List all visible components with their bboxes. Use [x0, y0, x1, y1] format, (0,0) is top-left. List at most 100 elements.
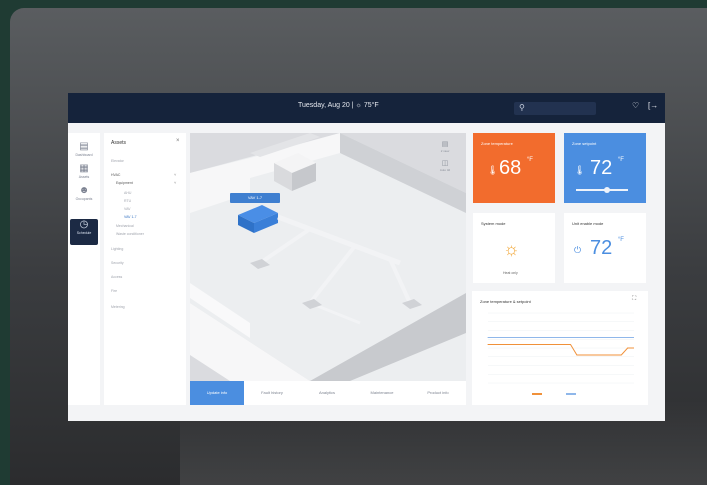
asset-item[interactable]: Security — [111, 261, 124, 265]
assets-title: Assets — [111, 140, 127, 146]
legend-swatch — [532, 393, 542, 395]
data-point — [500, 344, 502, 345]
chevron-down-icon: ˅ — [174, 172, 177, 177]
top-bar: Tuesday, Aug 20 | ☼ 75°F ⚲ ♡ [→ — [68, 93, 665, 123]
setpoint-unit: °F — [617, 157, 624, 163]
tab-analytics[interactable]: Analytics — [300, 381, 354, 405]
asset-item[interactable]: Equipment — [116, 181, 133, 185]
search-input[interactable]: ⚲ — [514, 102, 596, 115]
system-mode-value: Heat only — [503, 271, 518, 275]
tile-title: System mode — [481, 221, 506, 226]
search-icon: ⚲ — [519, 103, 525, 112]
rail-item-label: Schedule — [76, 231, 92, 235]
assets-panel: Assets × Elevator HVAC ˅ Equipment ˅ AHU… — [104, 133, 186, 405]
asset-item[interactable]: AHU — [124, 191, 131, 195]
building-3d-view[interactable]: ▤ 2 view ◫ Auto 3d VAV 1-7 Update info F… — [190, 133, 466, 405]
asset-item[interactable]: Waste conditioner — [116, 232, 144, 236]
tab-maintenance[interactable]: Maintenance — [354, 381, 410, 405]
user-icon: ☻ — [78, 185, 90, 196]
tile-title: Zone temperature — [481, 141, 513, 146]
view-icon-label: 2 view — [440, 149, 450, 153]
data-point — [576, 337, 578, 338]
view-toolbar: ▤ 2 view ◫ Auto 3d — [432, 141, 458, 173]
view-3d-button[interactable]: ◫ Auto 3d — [432, 160, 458, 173]
data-point — [512, 337, 514, 338]
temp-unit: °F — [526, 157, 533, 163]
tab-update-info[interactable]: Update info — [190, 381, 244, 405]
data-point — [614, 354, 616, 356]
tab-product-info[interactable]: Product info — [410, 381, 466, 405]
sun-icon: ☼ — [503, 239, 520, 259]
home-icon: ▤ — [79, 141, 89, 152]
tile-title: Unit enable mode — [572, 221, 604, 226]
data-point — [614, 337, 616, 338]
building-model — [190, 133, 466, 381]
data-point — [525, 337, 527, 338]
date-weather: Tuesday, Aug 20 | ☼ 75°F — [298, 102, 379, 109]
zone-temperature-tile[interactable]: Zone temperature 🌡 68 °F — [473, 133, 555, 203]
asset-item[interactable]: Mechanical — [116, 224, 134, 228]
setpoint-number: 72 — [590, 157, 613, 179]
data-point — [576, 354, 578, 356]
app-screen: Tuesday, Aug 20 | ☼ 75°F ⚲ ♡ [→ ▤ Dashbo… — [68, 93, 665, 421]
asset-item[interactable]: Access — [111, 275, 122, 279]
left-nav-rail: ▤ Dashboard ▦ Assets ☻ Occupants ◷ Sched… — [68, 133, 100, 405]
data-point — [589, 354, 591, 356]
data-point — [500, 337, 502, 338]
data-point — [550, 337, 552, 338]
view-icon-label: Auto 3d — [439, 168, 451, 172]
zone-temp-chart: Zone temperature & setpoint ⛶ — [472, 291, 648, 405]
rail-item-label: Dashboard — [75, 153, 93, 157]
close-icon[interactable]: × — [176, 138, 180, 144]
data-point — [601, 354, 603, 356]
asset-item[interactable]: VAV — [124, 207, 130, 211]
zone-setpoint-tile[interactable]: Zone setpoint 🌡 72 °F — [564, 133, 646, 203]
chevron-down-icon: ˅ — [174, 180, 177, 185]
clock-icon: ◷ — [79, 219, 89, 230]
data-point — [512, 344, 514, 345]
asset-item[interactable]: Fire — [111, 289, 117, 293]
unit-enable-mode-tile[interactable]: Unit enable mode ⏻ 72 °F — [564, 213, 646, 283]
unit-number: 72 — [590, 237, 613, 259]
system-mode-tile[interactable]: System mode ☼ Heat only — [473, 213, 555, 283]
zone-temperature-value: 68 °F — [499, 157, 533, 180]
asset-item-selected[interactable]: VAV 1-7 — [124, 215, 137, 219]
chart-plot — [487, 312, 634, 395]
asset-item[interactable]: Lighting — [111, 247, 123, 251]
data-point — [525, 344, 527, 345]
asset-item[interactable]: Metering — [111, 305, 125, 309]
rail-item-schedule[interactable]: ◷ Schedule — [70, 219, 98, 245]
thermometer-icon: 🌡 — [574, 165, 586, 175]
data-point — [487, 344, 489, 345]
tile-title: Zone setpoint — [572, 141, 597, 146]
rail-item-occupants[interactable]: ☻ Occupants — [70, 185, 98, 202]
data-point — [538, 344, 540, 345]
setpoint-slider[interactable] — [576, 187, 628, 193]
asset-item[interactable]: Elevator — [111, 159, 124, 163]
data-point — [563, 337, 565, 338]
logout-icon[interactable]: [→ — [648, 101, 658, 110]
bell-icon[interactable]: ♡ — [632, 101, 639, 110]
zone-setpoint-value: 72 °F — [590, 157, 624, 180]
rail-item-dashboard[interactable]: ▤ Dashboard — [70, 141, 98, 158]
tab-fault-history[interactable]: Fault history — [244, 381, 300, 405]
cube-icon: ◫ — [441, 160, 449, 167]
asset-item[interactable]: HVAC — [111, 173, 120, 177]
layers-icon: ▤ — [441, 141, 449, 148]
thermometer-icon: 🌡 — [487, 165, 499, 175]
rail-item-assets[interactable]: ▦ Assets — [70, 163, 98, 180]
unit-enable-value: 72 °F — [590, 237, 624, 260]
slider-handle[interactable] — [604, 187, 611, 193]
asset-tag[interactable]: VAV 1-7 — [230, 193, 280, 203]
detail-tabs: Update info Fault history Analytics Main… — [190, 381, 466, 405]
data-point — [601, 337, 603, 338]
data-point — [550, 344, 552, 345]
data-point — [563, 344, 565, 345]
asset-item[interactable]: RTU — [124, 199, 131, 203]
data-point — [538, 337, 540, 338]
view-2d-button[interactable]: ▤ 2 view — [432, 141, 458, 154]
data-point — [627, 347, 629, 349]
building-icon: ▦ — [79, 163, 89, 174]
data-point — [487, 337, 489, 338]
data-point — [589, 337, 591, 338]
